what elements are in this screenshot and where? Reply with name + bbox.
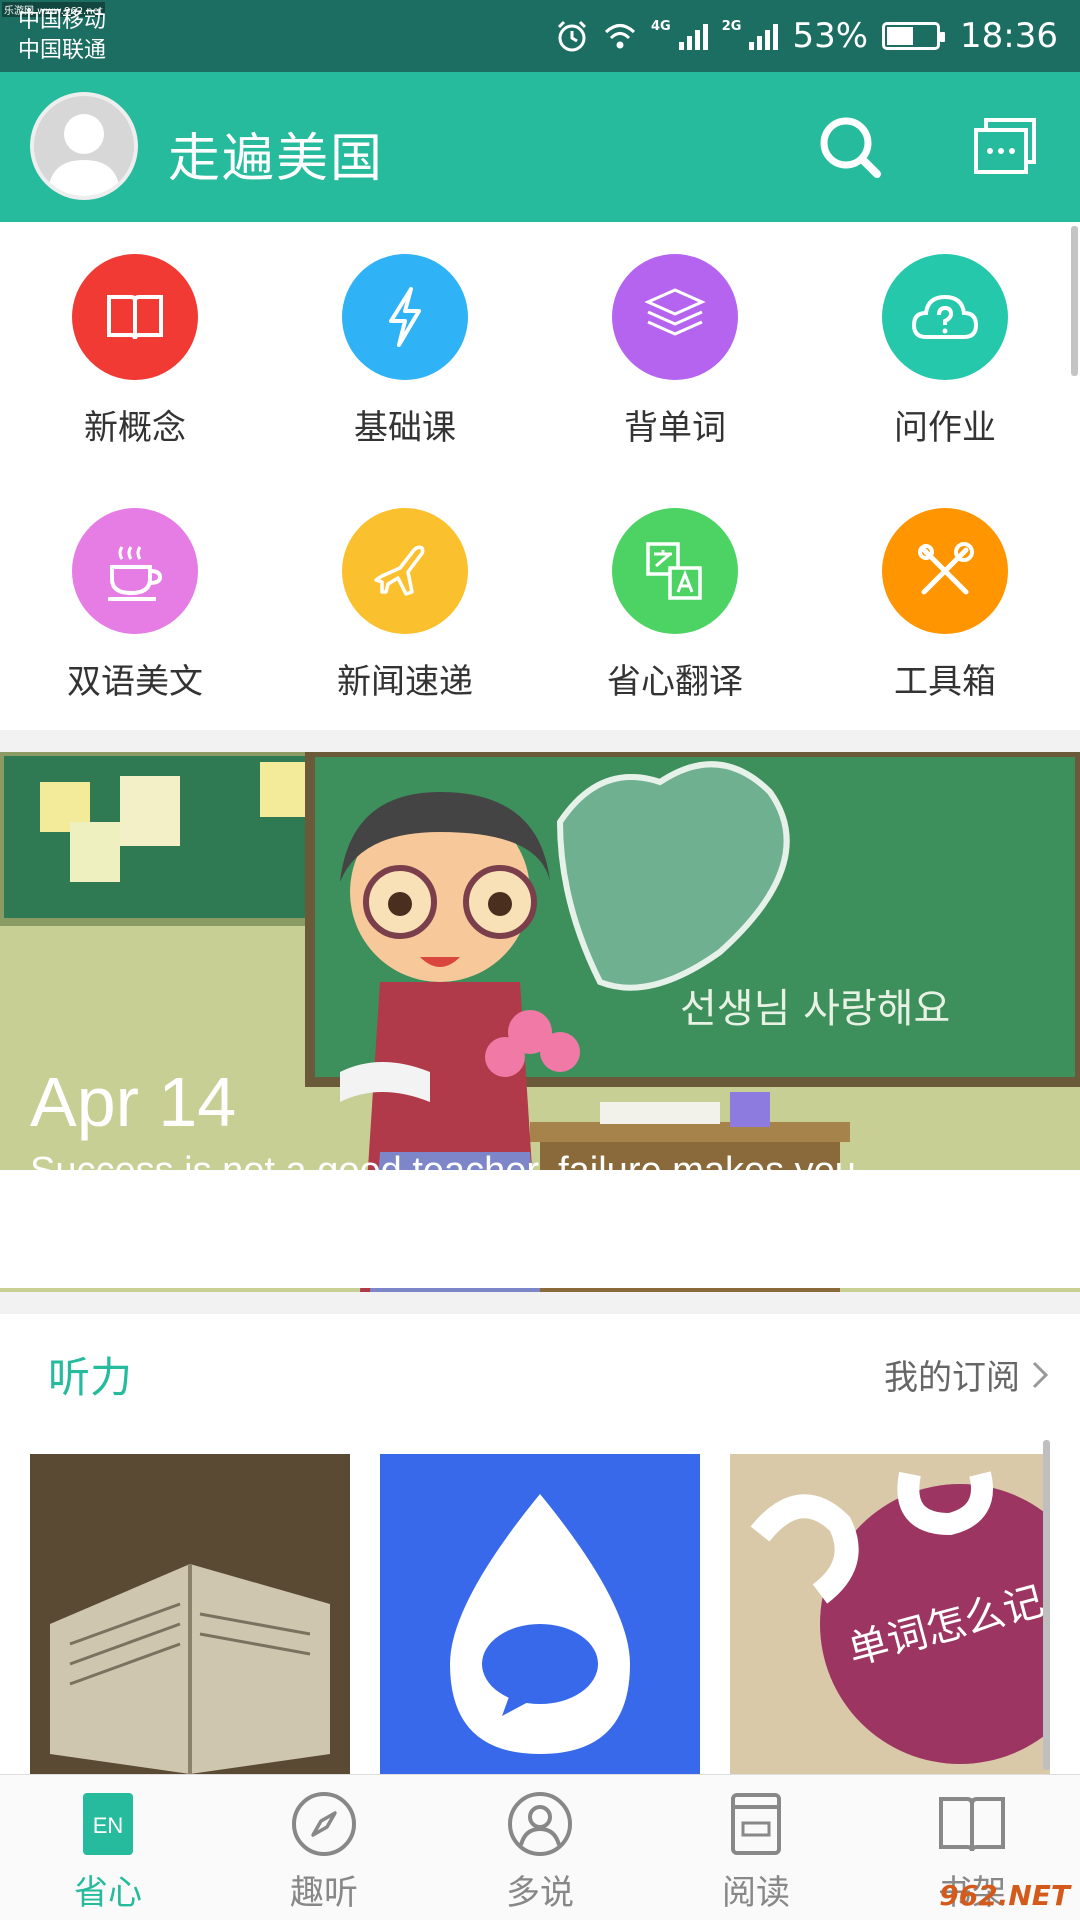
reader-icon [731, 1793, 781, 1855]
tab-label: 多说 [506, 1874, 574, 1912]
carrier-1: 中国移动 [18, 8, 107, 33]
person-icon [508, 1792, 572, 1856]
book-icon [107, 295, 163, 340]
open-book-photo [30, 1454, 350, 1774]
tab-label: 省心 [74, 1874, 142, 1912]
wifi-icon [604, 24, 636, 49]
tab-qu-ting[interactable]: 趣听 [216, 1775, 432, 1920]
messages-icon[interactable] [970, 112, 1040, 182]
grid-circle [72, 508, 198, 634]
drop-chat-logo [380, 1454, 700, 1774]
translate-icon [646, 542, 702, 600]
app-root: 乐游网 www.962.net 中国移动 中国联通 4G 2G 53% 18:3… [0, 0, 1080, 1920]
open-book-icon [939, 1797, 1005, 1852]
board-text: 선생님 사랑해요 [680, 986, 950, 1032]
question-cloud-icon [911, 294, 979, 339]
grid-item-news[interactable]: 新闻速递 [270, 476, 540, 701]
my-subscriptions-label: 我的订阅 [884, 1359, 1020, 1397]
compass-icon [292, 1792, 356, 1856]
page-title: 走遍美国 [168, 130, 385, 188]
status-bar: 乐游网 www.962.net 中国移动 中国联通 4G 2G 53% 18:3… [0, 0, 1080, 72]
grid-item-homework[interactable]: 问作业 [810, 222, 1080, 447]
word-layers-icon [644, 288, 706, 336]
network-type-2: 2G [721, 18, 742, 34]
word-memory-cover: 单词怎么记 [730, 1454, 1050, 1774]
grid-label: 新闻速递 [337, 663, 473, 701]
battery-percent: 53% [792, 16, 869, 56]
listening-section: 听力 我的订阅 单词怎么记 [0, 1314, 1080, 1774]
grid-label: 问作业 [894, 409, 996, 447]
signal-2-icon [749, 22, 779, 50]
bottom-nav: EN 省心 趣听 多说 阅读 书架 962.NET [0, 1774, 1080, 1920]
grid-circle [882, 508, 1008, 634]
banner-date: Apr 14 [30, 1063, 237, 1141]
listening-card-3[interactable]: 单词怎么记 [730, 1454, 1050, 1774]
grid-circle [342, 254, 468, 380]
grid-item-translate[interactable]: 省心翻译 [540, 476, 810, 701]
avatar[interactable] [30, 92, 138, 200]
grid-label: 背单词 [624, 409, 726, 447]
section-scrollbar[interactable] [1043, 1440, 1050, 1770]
grid-label: 新概念 [84, 409, 186, 447]
grid-label: 双语美文 [67, 663, 203, 701]
grid-circle [882, 254, 1008, 380]
clock: 18:36 [960, 16, 1058, 56]
my-subscriptions-link[interactable]: 我的订阅 [884, 1350, 1050, 1399]
grid-label: 省心翻译 [607, 663, 743, 701]
grid-item-new-concept[interactable]: 新概念 [0, 222, 270, 447]
site-watermark: 962.NET [939, 1879, 1070, 1912]
listening-card-1[interactable] [30, 1454, 350, 1774]
tab-label: 趣听 [290, 1874, 358, 1912]
status-right: 4G 2G 53% 18:36 [555, 12, 1058, 60]
battery-icon [882, 22, 946, 50]
alarm-icon [557, 20, 587, 52]
en-badge-text: EN [93, 1813, 124, 1838]
coffee-cup-icon [108, 546, 163, 601]
page-scrollbar[interactable] [1071, 226, 1078, 376]
user-silhouette-icon [48, 114, 120, 196]
tab-shengxin[interactable]: EN 省心 [0, 1775, 216, 1920]
search-icon[interactable] [815, 112, 885, 182]
tab-duo-shuo[interactable]: 多说 [432, 1775, 648, 1920]
app-header: 走遍美国 [0, 72, 1080, 222]
grid-circle [612, 508, 738, 634]
grid-label: 基础课 [354, 409, 456, 447]
tools-icon [918, 542, 974, 595]
grid-circle [612, 254, 738, 380]
grid-circle [342, 508, 468, 634]
signal-1-icon [678, 22, 708, 50]
en-icon: EN [83, 1793, 133, 1855]
grid-item-toolbox[interactable]: 工具箱 [810, 476, 1080, 701]
grid-item-bilingual-essays[interactable]: 双语美文 [0, 476, 270, 701]
section-title: 听力 [48, 1354, 133, 1401]
grid-item-basic-course[interactable]: 基础课 [270, 222, 540, 447]
banner-quote: Success is not a good teacher, failure m… [30, 1150, 856, 1192]
tab-yue-du[interactable]: 阅读 [648, 1775, 864, 1920]
lightning-icon [389, 287, 421, 347]
airplane-icon [374, 545, 425, 596]
carrier-2: 中国联通 [18, 38, 107, 63]
grid-label: 工具箱 [894, 663, 996, 701]
grid-circle [72, 254, 198, 380]
network-type-1: 4G [651, 18, 671, 34]
feature-grid: 新概念 基础课 背单词 问作业 双语美文 新闻速递 省心翻译 工具箱 [0, 222, 1080, 730]
carrier-info: 中国移动 中国联通 [18, 6, 106, 66]
tab-label: 阅读 [722, 1874, 790, 1912]
listening-card-2[interactable] [380, 1454, 700, 1774]
grid-item-vocabulary[interactable]: 背单词 [540, 222, 810, 447]
chevron-right-icon [1032, 1361, 1049, 1388]
